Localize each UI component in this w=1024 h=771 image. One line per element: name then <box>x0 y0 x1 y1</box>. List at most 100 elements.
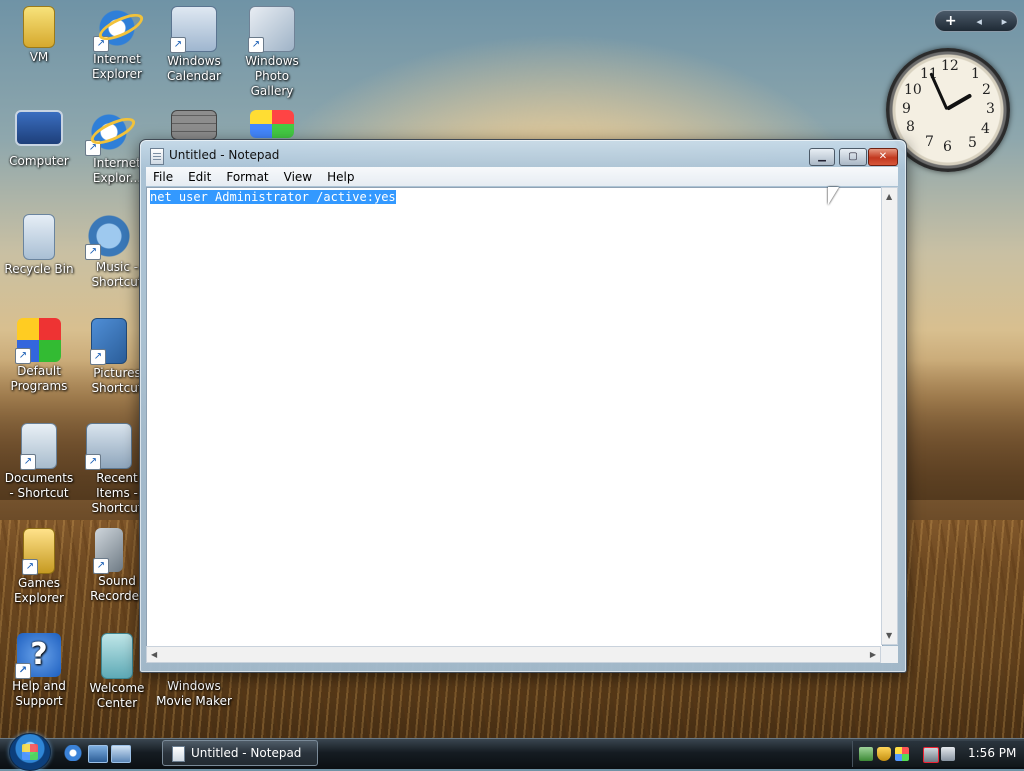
desktop-icon-windows-logo[interactable] <box>234 110 310 140</box>
scroll-right-arrow-icon[interactable]: ▶ <box>870 650 876 659</box>
volume-muted-icon[interactable] <box>941 747 955 761</box>
horizontal-scrollbar[interactable]: ◀ ▶ <box>146 646 881 663</box>
shortcut-arrow-icon: ↗ <box>85 140 101 156</box>
clock-hour-hand <box>946 93 973 111</box>
shortcut-arrow-icon: ↗ <box>85 244 101 260</box>
menu-help[interactable]: Help <box>320 170 362 184</box>
menu-bar: File Edit Format View Help <box>146 167 898 186</box>
desktop-icon-windows-calendar[interactable]: ↗ Windows Calendar <box>156 6 232 84</box>
desktop-icon-pictures-shortcut[interactable]: ↗ Pictures Shortcut <box>79 318 139 396</box>
computer-icon <box>15 110 63 146</box>
desktop-icon-label: Computer <box>9 154 69 168</box>
internet-explorer-icon: ↗ <box>93 6 139 52</box>
window-title: Untitled - Notepad <box>169 148 280 162</box>
desktop-icon-documents-shortcut[interactable]: ↗ Documents - Shortcut <box>1 423 77 501</box>
desktop-icon-windows-photo-gallery[interactable]: ↗ Windows Photo Gallery <box>234 6 310 99</box>
desktop-icon-label: Recycle Bin <box>4 262 74 276</box>
welcome-center-icon <box>101 633 133 679</box>
close-button[interactable]: ✕ <box>868 148 898 166</box>
vertical-scrollbar[interactable]: ▲ ▼ <box>881 187 898 645</box>
desktop-icon-internet-explorer[interactable]: ↗ Internet Explorer <box>79 6 155 82</box>
clock-number: 5 <box>968 135 977 151</box>
shortcut-arrow-icon: ↗ <box>85 454 101 470</box>
help-icon: ? ↗ <box>15 633 61 679</box>
selected-text[interactable]: net user Administrator /active:yes <box>150 190 396 204</box>
windows-update-icon[interactable] <box>895 747 909 761</box>
clock-number: 12 <box>941 58 959 74</box>
microphone-icon: ↗ <box>93 528 123 574</box>
security-shield-icon[interactable] <box>877 747 891 761</box>
shortcut-arrow-icon: ↗ <box>90 349 106 365</box>
menu-format[interactable]: Format <box>219 170 276 184</box>
photo-gallery-icon: ↗ <box>248 6 295 53</box>
desktop-icon-label: Default Programs <box>10 364 68 393</box>
tray-sidebar-icon[interactable] <box>859 747 873 761</box>
folder-icon <box>23 6 55 48</box>
desktop-icon-label: Windows Photo Gallery <box>245 54 299 98</box>
clock-number: 1 <box>971 66 980 82</box>
start-button[interactable] <box>9 733 51 771</box>
scroll-down-arrow-icon[interactable]: ▼ <box>886 631 892 640</box>
desktop-icon-help-and-support[interactable]: ? ↗ Help and Support <box>1 633 77 709</box>
clock-minute-hand <box>929 72 949 111</box>
show-desktop-icon[interactable] <box>88 745 108 763</box>
switch-windows-icon[interactable] <box>111 745 131 763</box>
clock-number: 2 <box>982 82 991 98</box>
shortcut-arrow-icon: ↗ <box>170 37 186 53</box>
desktop-icon-label: Music - Shortcut <box>91 260 139 289</box>
desktop-icon-label: Sound Recorder <box>90 574 139 603</box>
desktop-icon-music-shortcut[interactable]: ↗ Music - Shortcut <box>79 214 139 290</box>
clock-number: 4 <box>981 121 990 137</box>
desktop-icon-recycle-bin[interactable]: Recycle Bin <box>1 214 77 277</box>
quick-launch-ie-icon[interactable] <box>64 745 82 761</box>
menu-view[interactable]: View <box>277 170 320 184</box>
previous-gadget-button[interactable]: ◂ <box>976 15 982 28</box>
calendar-icon: ↗ <box>170 6 217 53</box>
desktop-icon-label: Documents - Shortcut <box>4 471 74 500</box>
sidebar-controls: + ◂ ▸ <box>934 10 1018 32</box>
notepad-icon <box>150 148 164 165</box>
maximize-button[interactable]: ▢ <box>839 148 867 166</box>
windows-logo-icon <box>250 110 294 138</box>
desktop-icon-label: VM <box>29 50 49 64</box>
desktop-icon-label: Recent Items - Shortcut <box>91 471 139 515</box>
scroll-up-arrow-icon[interactable]: ▲ <box>886 192 892 201</box>
desktop-icon-label: Pictures Shortcut <box>91 366 139 395</box>
desktop-icon-label: Windows Calendar <box>167 54 221 83</box>
desktop-icon-vm[interactable]: VM <box>1 6 77 65</box>
desktop-icon-sound-recorder[interactable]: ↗ Sound Recorder <box>79 528 139 604</box>
add-gadget-button[interactable]: + <box>945 13 957 29</box>
taskbar-button-notepad[interactable]: Untitled - Notepad <box>162 740 318 766</box>
music-icon: ↗ <box>85 214 131 260</box>
shortcut-arrow-icon: ↗ <box>22 559 38 575</box>
pictures-icon: ↗ <box>90 318 127 365</box>
system-tray: 1:56 PM <box>852 741 1024 767</box>
text-editor-area[interactable]: net user Administrator /active:yes <box>146 187 883 647</box>
desktop-icon-recent-items-shortcut[interactable]: ↗ Recent Items - Shortcut <box>79 423 139 516</box>
menu-file[interactable]: File <box>146 170 181 184</box>
size-grip[interactable] <box>881 646 898 663</box>
recent-items-clock-icon: ↗ <box>85 423 132 470</box>
desktop-icon-internet-explorer-2[interactable]: ↗ Internet Explor... <box>79 110 139 186</box>
desktop-icon-games-explorer[interactable]: ↗ Games Explorer <box>1 528 77 606</box>
shortcut-arrow-icon: ↗ <box>15 348 31 364</box>
minimize-button[interactable]: ▁ <box>809 148 835 166</box>
desktop-icon-firewall[interactable] <box>156 110 232 142</box>
clock-number: 10 <box>904 82 922 98</box>
desktop-icon-default-programs[interactable]: ↗ Default Programs <box>1 318 77 394</box>
taskbar-button-label: Untitled - Notepad <box>191 746 302 760</box>
desktop-icon-label: Games Explorer <box>14 576 64 605</box>
scroll-left-arrow-icon[interactable]: ◀ <box>151 650 157 659</box>
mouse-pointer-icon <box>828 187 839 205</box>
menu-edit[interactable]: Edit <box>181 170 219 184</box>
network-disconnected-icon[interactable] <box>923 747 939 763</box>
taskbar-clock[interactable]: 1:56 PM <box>968 746 1016 760</box>
clock-number: 9 <box>902 101 911 117</box>
brick-wall-icon <box>171 110 217 140</box>
desktop-icon-label: Internet Explorer <box>92 52 142 81</box>
shortcut-arrow-icon: ↗ <box>15 663 31 679</box>
desktop-icon-computer[interactable]: Computer <box>1 110 77 169</box>
notepad-window[interactable]: Untitled - Notepad ▁ ▢ ✕ File Edit Forma… <box>139 139 907 673</box>
desktop-icon-label: Windows Movie Maker <box>156 679 232 708</box>
next-gadget-button[interactable]: ▸ <box>1002 15 1008 28</box>
